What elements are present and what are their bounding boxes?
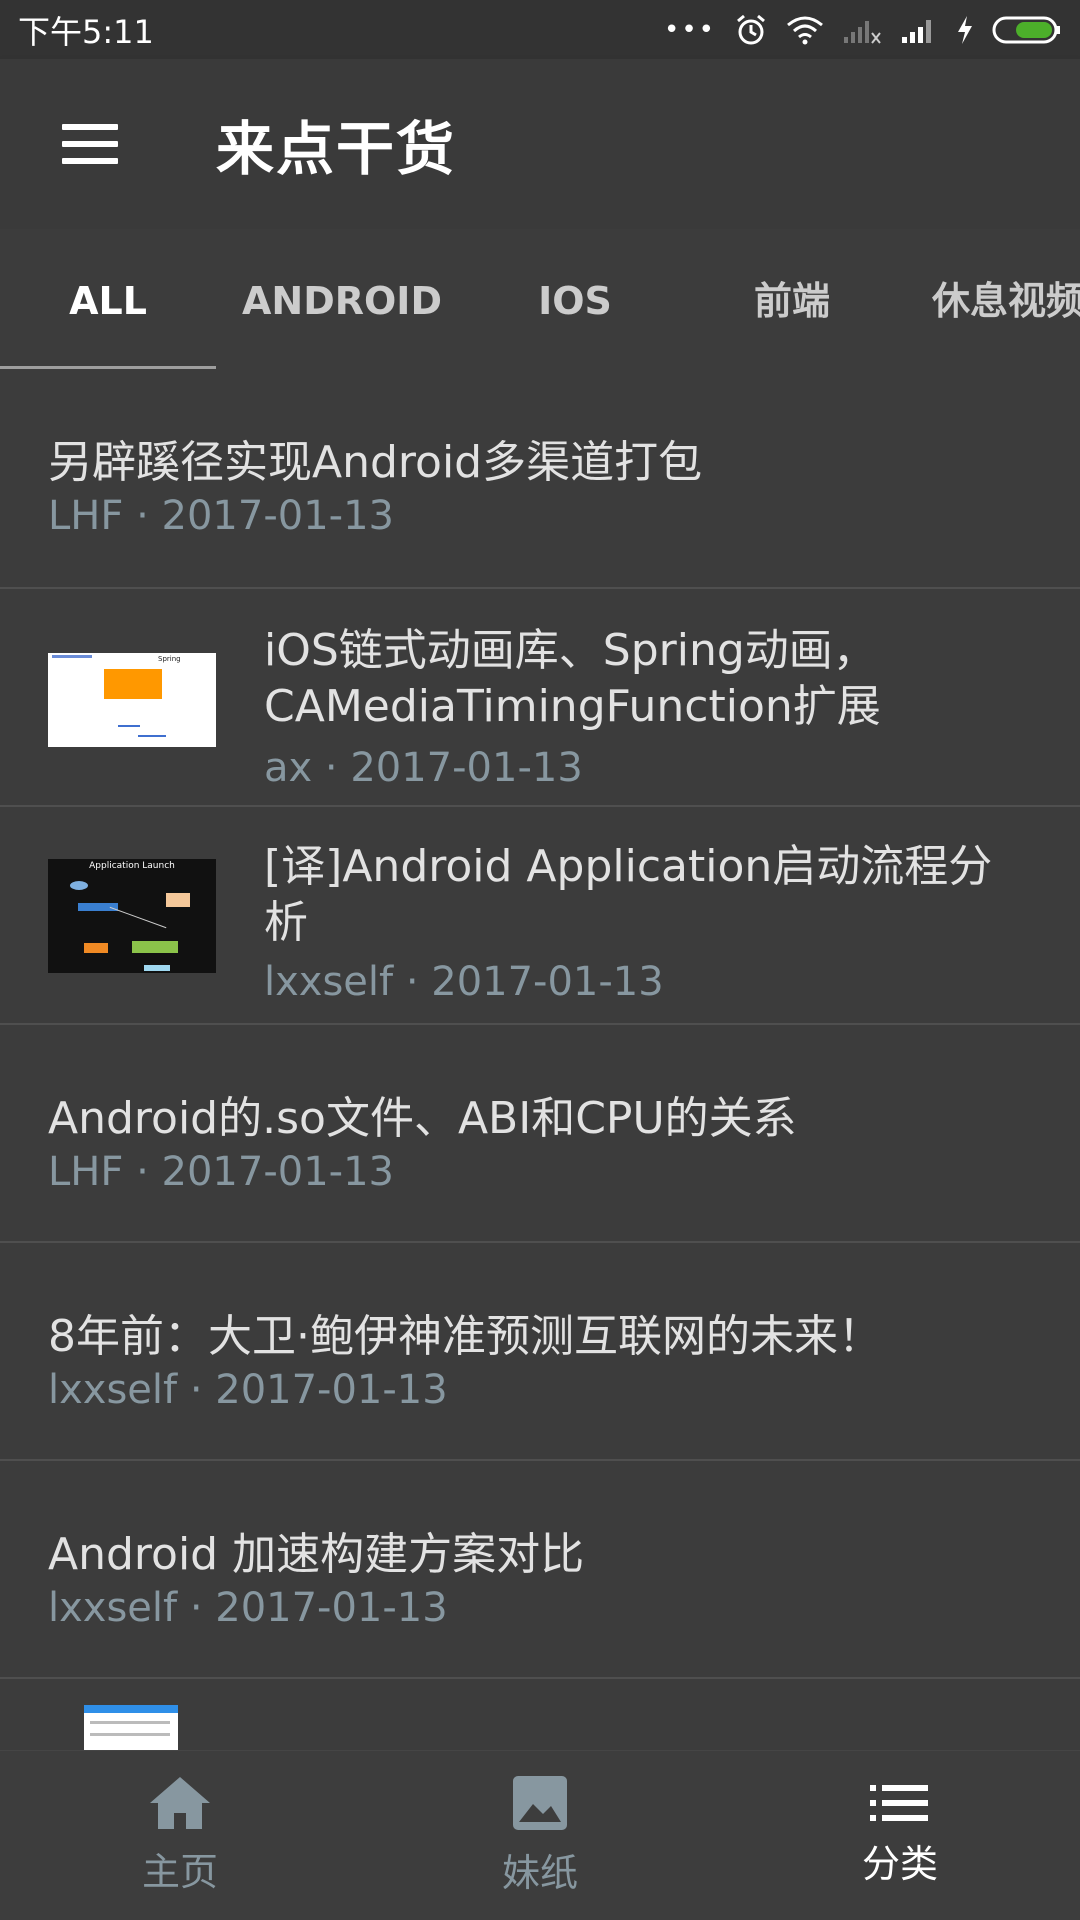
list-item[interactable]: Application Launch [译]Android Applicatio… [0,807,1080,1025]
article-title-line-2: 析 [264,897,308,948]
status-icons: ••• [664,13,1062,47]
signal-off-icon [842,15,882,45]
article-meta: LHF · 2017-01-13 [48,1149,394,1195]
article-meta: lxxself · 2017-01-13 [48,1585,448,1631]
article-thumbnail: Spring [48,653,216,747]
article-title: Android 加速构建方案对比 [48,1529,585,1580]
list-item[interactable]: Spring iOS链式动画库、Spring动画， CAMediaTimingF… [0,589,1080,807]
article-meta: LHF · 2017-01-13 [48,493,394,539]
tab-rest-video[interactable]: 休息视频 [932,229,1080,369]
article-meta: lxxself · 2017-01-13 [264,959,664,1005]
article-title-line-2: CAMediaTimingFunction扩展 [264,681,881,732]
list-item[interactable]: 8年前：大卫·鲍伊神准预测互联网的未来！ lxxself · 2017-01-1… [0,1243,1080,1461]
tab-android[interactable]: ANDROID [216,229,468,369]
nav-home-label: 主页 [141,1850,218,1894]
article-title-line-1: iOS链式动画库、Spring动画， [264,625,877,676]
bottom-navigation: 主页 妹纸 分类 [0,1750,1080,1920]
tab-all[interactable]: ALL [0,229,216,369]
list-item[interactable]: Android的.so文件、ABI和CPU的关系 LHF · 2017-01-1… [0,1025,1080,1243]
nav-girls-label: 妹纸 [501,1851,578,1895]
charging-icon [956,15,974,45]
article-thumbnail: Application Launch [48,859,216,973]
article-title: Android的.so文件、ABI和CPU的关系 [48,1093,797,1144]
article-meta: lxxself · 2017-01-13 [48,1367,448,1413]
nav-category[interactable]: 分类 [720,1751,1080,1920]
home-icon [148,1775,212,1835]
app-bar: 来点干货 [0,59,1080,229]
article-meta: ax · 2017-01-13 [264,745,583,791]
hamburger-icon [62,124,118,164]
category-tabs: ALL ANDROID IOS 前端 休息视频 [0,229,1080,369]
image-icon [511,1774,569,1836]
article-title: 另辟蹊径实现Android多渠道打包 [48,437,703,488]
list-item-partial[interactable] [0,1679,1080,1750]
nav-girls[interactable]: 妹纸 [360,1751,720,1920]
list-item[interactable]: 另辟蹊径实现Android多渠道打包 LHF · 2017-01-13 [0,369,1080,589]
alarm-icon [734,13,768,47]
signal-icon [900,15,938,45]
tab-frontend[interactable]: 前端 [682,229,902,369]
tab-ios[interactable]: IOS [470,229,680,369]
article-title-line-1: [译]Android Application启动流程分 [264,841,993,892]
status-bar: 下午5:11 ••• [0,0,1080,59]
menu-button[interactable] [0,59,180,229]
article-thumbnail [84,1705,178,1750]
list-icon [870,1783,930,1827]
app-title: 来点干货 [216,115,457,183]
status-time: 下午5:11 [18,12,154,51]
battery-icon [992,15,1062,45]
nav-home[interactable]: 主页 [0,1751,360,1920]
nav-category-label: 分类 [861,1842,938,1886]
list-item[interactable]: Android 加速构建方案对比 lxxself · 2017-01-13 [0,1461,1080,1679]
article-list: 另辟蹊径实现Android多渠道打包 LHF · 2017-01-13 Spri… [0,369,1080,1750]
more-notifications-icon: ••• [663,14,716,45]
wifi-icon [786,15,824,45]
article-title: 8年前：大卫·鲍伊神准预测互联网的未来！ [48,1311,882,1362]
